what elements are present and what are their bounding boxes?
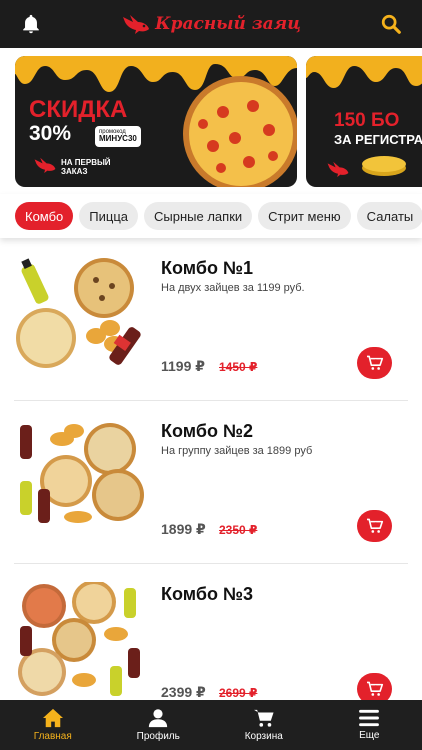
coins-image — [362, 156, 406, 176]
product-description: На двух зайцев за 1199 руб. — [161, 282, 305, 294]
bell-icon — [23, 14, 39, 34]
product-name[interactable]: Комбо №2 — [161, 421, 253, 442]
product-price: 2399 ₽ — [161, 684, 206, 700]
cheese-drip-decoration — [306, 56, 422, 88]
product-price: 1899 ₽ — [161, 521, 206, 537]
banner-discount: 30% — [29, 122, 72, 145]
rabbit-logo-icon — [327, 161, 349, 177]
product-image — [18, 582, 140, 696]
bottom-navigation: Главная Профиль Корзина Еще — [0, 700, 422, 750]
product-price: 1199 ₽ — [161, 358, 206, 374]
search-icon — [381, 14, 401, 34]
nav-item-home[interactable]: Главная — [0, 700, 106, 750]
add-to-cart-icon — [366, 518, 383, 533]
promo-code-badge: промокод МИНУС30 — [95, 126, 141, 147]
banner-title: СКИДКА — [29, 96, 128, 123]
rabbit-logo-icon — [123, 15, 150, 34]
add-to-cart-button[interactable] — [357, 673, 392, 700]
rabbit-logo-icon — [34, 157, 56, 173]
product-card[interactable]: Комбо №1 На двух зайцев за 1199 руб. 119… — [0, 238, 422, 401]
product-old-price: 2699 ₽ — [219, 686, 258, 700]
logo[interactable]: Красный заяц — [121, 13, 301, 35]
home-icon — [42, 708, 63, 728]
promo-banner-bonus[interactable]: 150 БО ЗА РЕГИСТРАЦ — [306, 56, 422, 187]
add-to-cart-button[interactable] — [357, 510, 392, 542]
category-chip-salads[interactable]: Салаты — [356, 202, 422, 230]
add-to-cart-button[interactable] — [357, 347, 392, 379]
category-chip-pizza[interactable]: Пицца — [79, 202, 139, 230]
banner-title: 150 БО — [334, 110, 400, 131]
nav-label: Корзина — [244, 731, 283, 742]
category-chip-cheese-paws[interactable]: Сырные лапки — [144, 202, 253, 230]
product-name[interactable]: Комбо №1 — [161, 258, 253, 279]
product-card[interactable]: Комбо №2 На группу зайцев за 1899 руб 18… — [0, 401, 422, 564]
category-chip-street-menu[interactable]: Стрит меню — [258, 202, 351, 230]
product-card[interactable]: Комбо №3 2399 ₽ 2699 ₽ — [0, 564, 422, 700]
banner-footer-text: НА ПЕРВЫЙ ЗАКАЗ — [61, 158, 111, 176]
product-image — [16, 258, 141, 368]
product-description: На группу зайцев за 1899 руб — [161, 445, 313, 457]
product-name[interactable]: Комбо №3 — [161, 584, 253, 605]
category-tabs: Комбо Пицца Сырные лапки Стрит меню Сала… — [0, 194, 422, 238]
nav-label: Главная — [33, 731, 72, 742]
notifications-button[interactable] — [18, 11, 44, 37]
product-list: Комбо №1 На двух зайцев за 1199 руб. 119… — [0, 238, 422, 700]
product-image — [20, 423, 144, 523]
nav-label: Еще — [359, 730, 380, 741]
logo-text: Красный заяц — [155, 14, 301, 34]
promo-banner-discount[interactable]: СКИДКА 30% промокод МИНУС30 НА ПЕРВЫЙ ЗА… — [15, 56, 297, 187]
pizza-image — [183, 76, 297, 187]
add-to-cart-icon — [366, 355, 383, 370]
nav-item-profile[interactable]: Профиль — [106, 700, 212, 750]
product-old-price: 2350 ₽ — [219, 523, 258, 537]
promo-banner-carousel[interactable]: СКИДКА 30% промокод МИНУС30 НА ПЕРВЫЙ ЗА… — [0, 48, 422, 194]
category-chip-combo[interactable]: Комбо — [15, 202, 74, 230]
app-header: Красный заяц — [0, 0, 422, 48]
nav-label: Профиль — [136, 731, 180, 742]
product-old-price: 1450 ₽ — [219, 360, 258, 374]
search-button[interactable] — [378, 11, 404, 37]
profile-icon — [149, 709, 168, 728]
cart-icon — [253, 709, 274, 727]
nav-item-cart[interactable]: Корзина — [211, 700, 317, 750]
add-to-cart-icon — [366, 681, 383, 696]
nav-item-more[interactable]: Еще — [317, 700, 422, 750]
banner-subtitle: ЗА РЕГИСТРАЦ — [334, 132, 422, 147]
menu-icon — [359, 709, 380, 727]
